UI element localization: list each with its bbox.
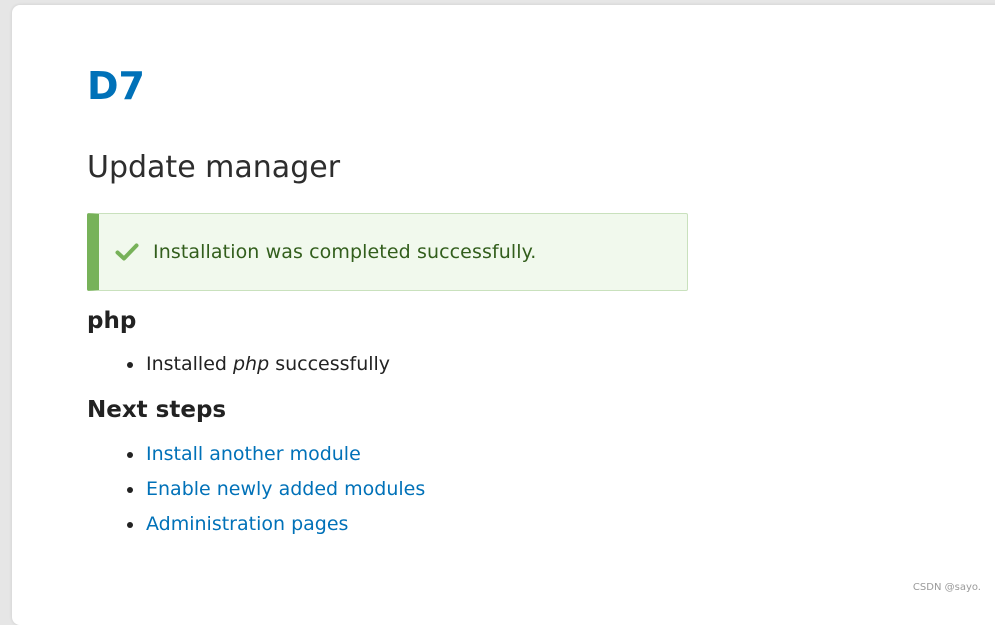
installed-module-name: php — [232, 353, 270, 375]
page-title: Update manager — [87, 150, 341, 185]
bullet — [127, 452, 133, 458]
list-item: Administration pages — [127, 507, 425, 542]
status-message: Installation was completed successfully. — [87, 213, 688, 291]
list-item: Installed php successfully — [127, 347, 390, 382]
bullet — [127, 487, 133, 493]
list-item: Install another module — [127, 437, 425, 472]
next-steps-heading: Next steps — [87, 397, 227, 423]
watermark: CSDN @sayo. — [912, 582, 981, 593]
bullet — [127, 362, 133, 368]
install-another-module-link[interactable]: Install another module — [146, 443, 361, 465]
php-section-heading: php — [87, 308, 137, 334]
administration-pages-link[interactable]: Administration pages — [146, 513, 348, 535]
install-result-prefix: Installed — [146, 353, 233, 375]
bullet — [127, 522, 133, 528]
status-text: Installation was completed successfully. — [153, 241, 537, 263]
check-icon — [115, 243, 139, 261]
site-name-link[interactable]: D7 — [87, 62, 145, 110]
list-item: Enable newly added modules — [127, 472, 425, 507]
php-result-list: Installed php successfully — [127, 347, 390, 382]
next-steps-list: Install another module Enable newly adde… — [127, 437, 425, 542]
install-result-suffix: successfully — [269, 353, 391, 375]
enable-modules-link[interactable]: Enable newly added modules — [146, 478, 425, 500]
